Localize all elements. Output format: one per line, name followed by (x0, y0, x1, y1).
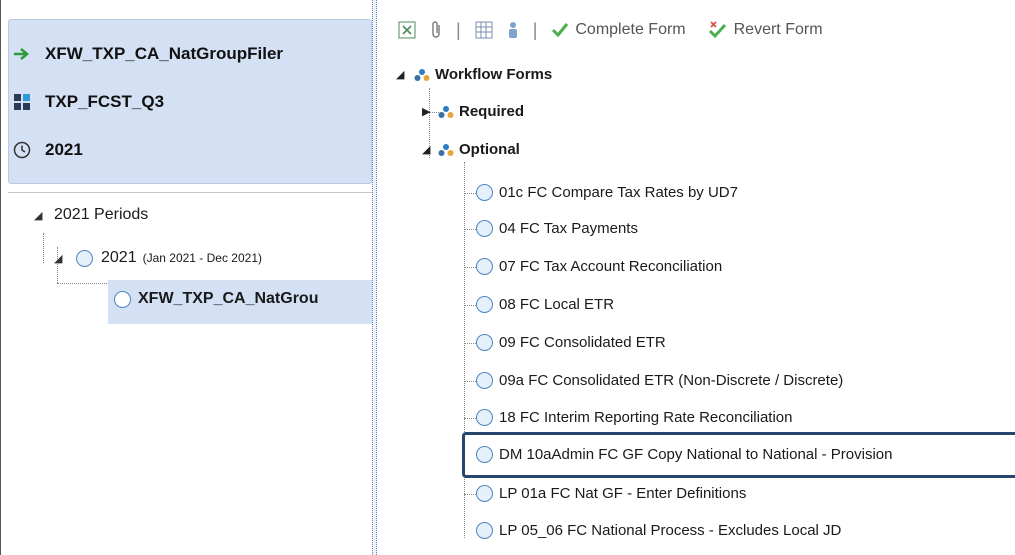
periods-tree (8, 192, 372, 555)
workflow-forms-label: Workflow Forms (435, 66, 553, 83)
form-item-selected[interactable]: DM 10aAdmin FC GF Copy National to Natio… (476, 446, 893, 463)
status-circle-icon (76, 249, 93, 267)
form-item[interactable]: 09a FC Consolidated ETR (Non-Discrete / … (476, 372, 843, 389)
collapse-triangle-icon[interactable]: ◢ (422, 143, 436, 156)
form-item-label: 18 FC Interim Reporting Rate Reconciliat… (499, 409, 793, 426)
arrow-right-icon (11, 44, 33, 64)
collapse-triangle-icon[interactable]: ◢ (54, 252, 68, 265)
toolbar: | | Complete Form Revert Form (378, 10, 1015, 50)
group-icon (438, 143, 454, 157)
year-range: (Jan 2021 - Dec 2021) (142, 251, 262, 265)
group-icon (438, 105, 454, 119)
form-item[interactable]: 09 FC Consolidated ETR (476, 334, 666, 351)
complete-form-label: Complete Form (575, 21, 686, 38)
status-circle-icon (114, 290, 131, 308)
form-item[interactable]: 04 FC Tax Payments (476, 220, 638, 237)
selected-workflow-label: XFW_TXP_CA_NatGrou (138, 290, 319, 307)
form-item-label: DM 10aAdmin FC GF Copy National to Natio… (499, 446, 893, 463)
excel-icon[interactable] (398, 21, 416, 39)
form-item[interactable]: 01c FC Compare Tax Rates by UD7 (476, 184, 738, 201)
form-item-label: 04 FC Tax Payments (499, 220, 638, 237)
workflow-name-row[interactable]: XFW_TXP_CA_NatGroupFiler (11, 44, 283, 64)
form-item-label: LP 01a FC Nat GF - Enter Definitions (499, 485, 747, 502)
complete-form-button[interactable]: Complete Form (551, 21, 686, 39)
scenario-row[interactable]: TXP_FCST_Q3 (11, 92, 164, 112)
time-value: 2021 (45, 140, 83, 159)
status-circle-icon (476, 485, 493, 502)
periods-label: 2021 Periods (54, 206, 149, 223)
status-circle-icon (476, 372, 493, 389)
tree-node-selected-workflow[interactable]: XFW_TXP_CA_NatGrou (114, 290, 318, 308)
revert-check-icon (708, 21, 728, 39)
status-circle-icon (476, 184, 493, 201)
form-item-label: 09a FC Consolidated ETR (Non-Discrete / … (499, 372, 844, 389)
time-row[interactable]: 2021 (11, 140, 83, 160)
right-pane: | | Complete Form Revert Form ◢ Workflow… (378, 0, 1015, 555)
tree-node-optional[interactable]: ◢ Optional (422, 141, 520, 158)
year-label: 2021 (101, 249, 137, 266)
pane-splitter[interactable] (372, 0, 377, 555)
expand-triangle-icon[interactable]: ▶ (422, 105, 436, 118)
scenario-name: TXP_FCST_Q3 (45, 92, 165, 111)
collapse-triangle-icon[interactable]: ◢ (396, 68, 410, 81)
form-item[interactable]: 08 FC Local ETR (476, 296, 614, 313)
left-pane: XFW_TXP_CA_NatGroupFiler TXP_FCST_Q3 202… (0, 0, 373, 555)
attachment-icon[interactable] (430, 20, 442, 40)
toolbar-separator: | (532, 19, 538, 40)
toolbar-separator: | (456, 19, 461, 40)
status-circle-icon (476, 522, 493, 539)
status-circle-icon (476, 334, 493, 351)
status-circle-icon (476, 446, 493, 463)
form-item[interactable]: 07 FC Tax Account Reconciliation (476, 258, 722, 275)
clock-icon (11, 140, 33, 160)
tree-node-periods[interactable]: ◢ 2021 Periods (34, 206, 148, 224)
revert-form-label: Revert Form (733, 21, 823, 38)
form-item-label: LP 05_06 FC National Process - Excludes … (499, 522, 842, 539)
form-item-label: 01c FC Compare Tax Rates by UD7 (499, 184, 738, 201)
checkmark-icon (551, 22, 569, 38)
status-circle-icon (476, 258, 493, 275)
form-item[interactable]: LP 05_06 FC National Process - Excludes … (476, 522, 841, 539)
form-item-label: 07 FC Tax Account Reconciliation (499, 258, 723, 275)
tree-node-workflow-forms[interactable]: ◢ Workflow Forms (396, 66, 552, 83)
tree-node-year[interactable]: ◢ 2021 (Jan 2021 - Dec 2021) (54, 249, 262, 267)
optional-label: Optional (459, 141, 520, 158)
form-item[interactable]: 18 FC Interim Reporting Rate Reconciliat… (476, 409, 792, 426)
status-circle-icon (476, 409, 493, 426)
workflow-name: XFW_TXP_CA_NatGroupFiler (45, 44, 284, 63)
required-label: Required (459, 103, 525, 120)
tree-node-required[interactable]: ▶ Required (422, 103, 524, 120)
scenario-icon (11, 92, 33, 112)
revert-form-button[interactable]: Revert Form (708, 21, 823, 39)
status-circle-icon (476, 220, 493, 237)
person-icon[interactable] (507, 21, 519, 39)
form-item-label: 09 FC Consolidated ETR (499, 334, 666, 351)
collapse-triangle-icon[interactable]: ◢ (34, 209, 48, 222)
status-circle-icon (476, 296, 493, 313)
form-item-label: 08 FC Local ETR (499, 296, 615, 313)
grid-icon[interactable] (475, 21, 493, 39)
form-item[interactable]: LP 01a FC Nat GF - Enter Definitions (476, 485, 746, 502)
group-icon (414, 68, 430, 82)
